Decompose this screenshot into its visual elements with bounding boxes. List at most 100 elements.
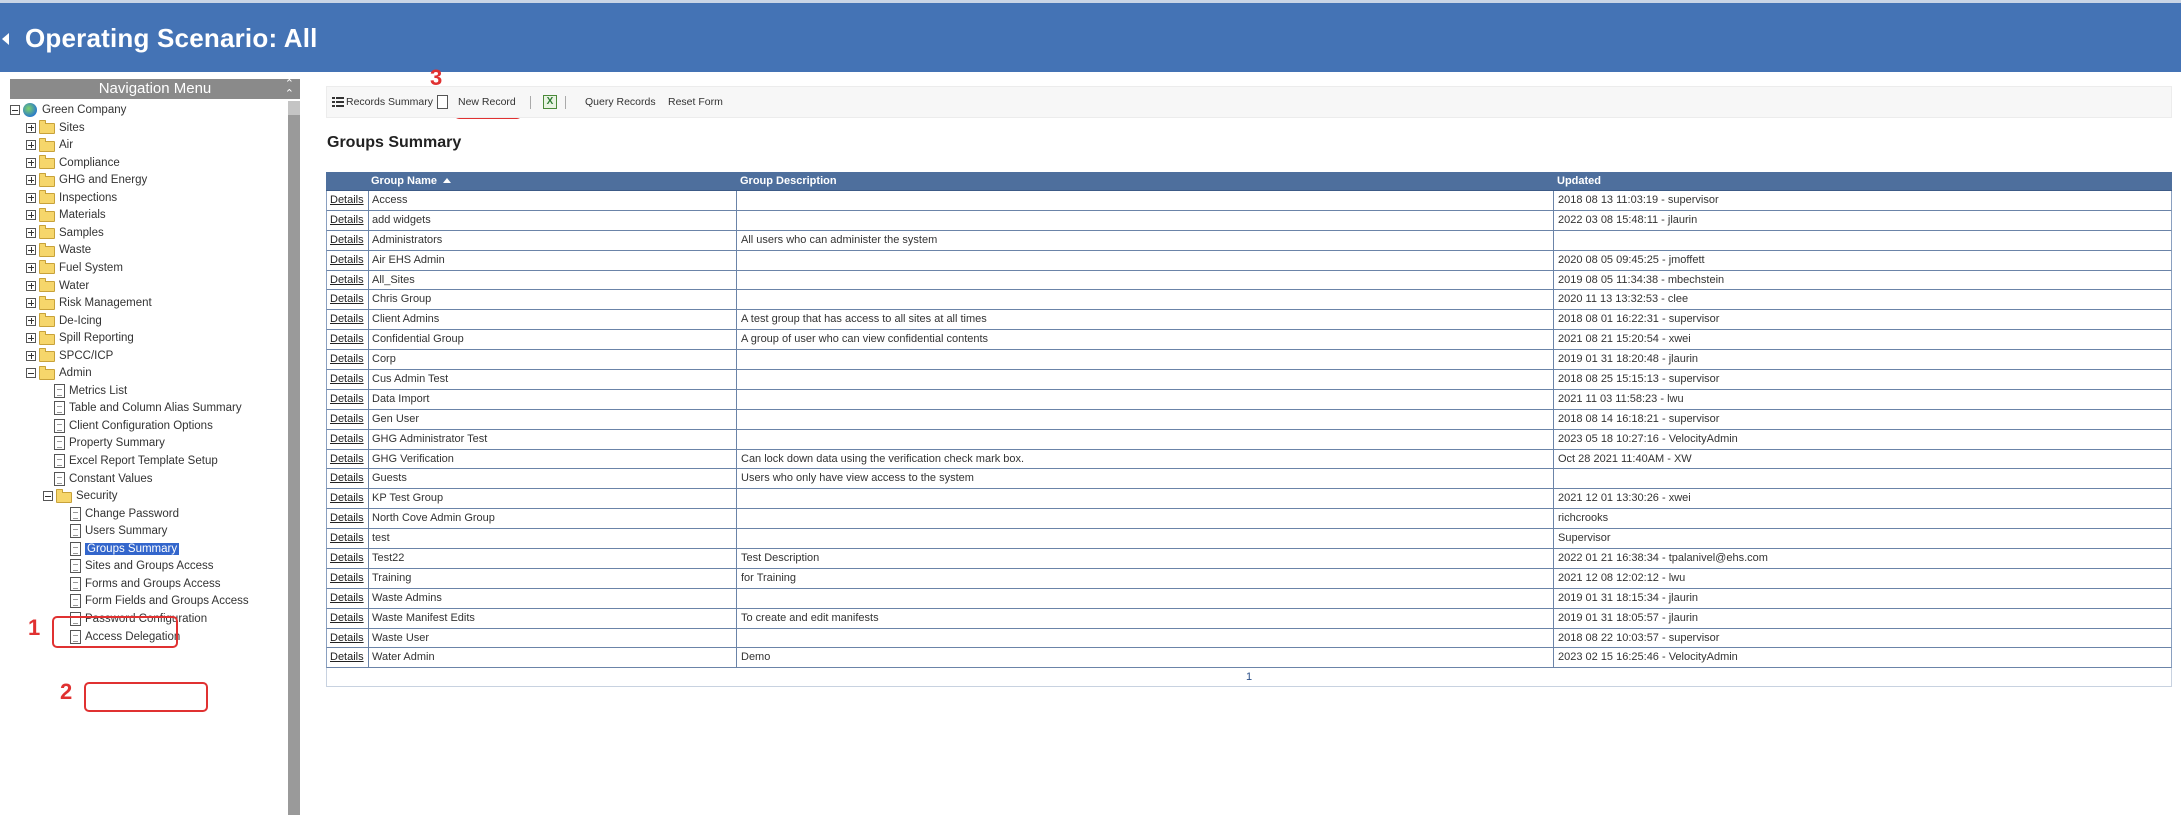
query-records-button[interactable]: Query Records (585, 87, 656, 117)
document-icon (54, 418, 65, 433)
details-link[interactable]: Details (330, 629, 364, 648)
expand-plus-icon[interactable] (26, 175, 36, 186)
expand-plus-icon[interactable] (26, 298, 36, 309)
details-link[interactable]: Details (330, 469, 364, 488)
details-link[interactable]: Details (330, 330, 364, 349)
column-divider (1553, 330, 1554, 350)
column-divider (736, 449, 737, 469)
group-name-cell: Cus Admin Test (372, 373, 449, 386)
callout-box-security (52, 616, 178, 648)
details-link[interactable]: Details (330, 648, 364, 667)
tree-item-label: Constant Values (69, 472, 153, 485)
export-excel-button[interactable]: X (543, 87, 557, 117)
column-header-group-description[interactable]: Group Description (740, 172, 837, 190)
group-name-cell: Waste Admins (372, 591, 442, 604)
column-divider (736, 529, 737, 549)
tree-item-label: GHG and Energy (59, 174, 148, 187)
callout-box-groups-summary (84, 682, 208, 712)
expand-plus-icon[interactable] (26, 315, 36, 326)
details-link[interactable]: Details (330, 231, 364, 250)
details-link[interactable]: Details (330, 410, 364, 429)
globe-icon (23, 103, 37, 117)
details-link[interactable]: Details (330, 191, 364, 210)
column-divider (736, 509, 737, 529)
expand-plus-icon[interactable] (26, 245, 36, 256)
expand-plus-icon[interactable] (26, 333, 36, 344)
details-link[interactable]: Details (330, 350, 364, 369)
details-link[interactable]: Details (330, 589, 364, 608)
column-divider (368, 389, 369, 409)
tree-item-label: Water (59, 279, 90, 292)
reset-form-button[interactable]: Reset Form (668, 87, 723, 117)
expand-plus-icon[interactable] (26, 262, 36, 273)
collapse-minus-icon[interactable] (10, 105, 20, 115)
details-link[interactable]: Details (330, 489, 364, 508)
group-name-cell: GHG Administrator Test (372, 432, 488, 445)
column-divider (736, 588, 737, 608)
folder-icon (39, 260, 55, 275)
updated-cell: 2020 11 13 13:32:53 - clee (1558, 293, 1689, 306)
document-icon (70, 576, 81, 591)
group-name-cell: Client Admins (372, 313, 440, 326)
column-divider (736, 628, 737, 648)
expand-plus-icon[interactable] (26, 280, 36, 291)
page-number-link[interactable]: 1 (1246, 671, 1252, 683)
details-link[interactable]: Details (330, 529, 364, 548)
column-header-group-name[interactable]: Group Name (371, 172, 452, 190)
navigation-menu-header: Navigation Menu ⌃ ⌃ (10, 79, 300, 100)
expand-plus-icon[interactable] (26, 140, 36, 151)
column-divider (1553, 628, 1554, 648)
details-link[interactable]: Details (330, 569, 364, 588)
details-link[interactable]: Details (330, 310, 364, 329)
column-divider (1553, 509, 1554, 529)
column-divider (368, 409, 369, 429)
collapse-up-icon[interactable]: ⌃ ⌃ (285, 79, 294, 100)
expand-plus-icon[interactable] (26, 350, 36, 361)
column-divider (1553, 568, 1554, 588)
nav-scrollbar[interactable] (288, 101, 300, 815)
details-link[interactable]: Details (330, 609, 364, 628)
new-record-button[interactable]: New Record (458, 87, 516, 117)
column-divider (736, 370, 737, 389)
details-link[interactable]: Details (330, 390, 364, 409)
group-description-cell: Demo (741, 651, 771, 664)
records-summary-button[interactable]: Records Summary (332, 87, 433, 117)
details-link[interactable]: Details (330, 450, 364, 469)
document-icon (54, 471, 65, 486)
tree-item-label: Change Password (85, 507, 179, 520)
column-header-updated[interactable]: Updated (1557, 172, 1601, 190)
expand-plus-icon[interactable] (26, 227, 36, 238)
collapse-minus-icon[interactable] (26, 368, 36, 379)
details-link[interactable]: Details (330, 271, 364, 290)
expand-plus-icon[interactable] (26, 192, 36, 203)
tree-item-label: Waste (59, 244, 92, 257)
table-row: Details All_Sites 2019 08 05 11:34:38 - mb… (326, 270, 2172, 291)
details-link[interactable]: Details (330, 430, 364, 449)
table-row: Details GHG Verification Can lock down dat… (326, 449, 2172, 470)
new-record-document-icon[interactable] (437, 87, 448, 117)
details-link[interactable]: Details (330, 549, 364, 568)
tree-item-label: Admin (59, 367, 92, 380)
details-link[interactable]: Details (330, 211, 364, 230)
details-link[interactable]: Details (330, 509, 364, 528)
table-row: Details Client Admins A test group that ha… (326, 310, 2172, 331)
expand-plus-icon[interactable] (26, 122, 36, 133)
expand-plus-icon[interactable] (26, 157, 36, 168)
callout-number-2: 2 (60, 679, 73, 704)
tree-item-label: Excel Report Template Setup (69, 455, 218, 467)
details-link[interactable]: Details (330, 290, 364, 309)
updated-cell: 2018 08 13 11:03:19 - supervisor (1558, 194, 1719, 206)
tree-item-label: Inspections (59, 191, 118, 204)
collapse-minus-icon[interactable] (43, 491, 53, 502)
group-name-cell: Waste User (372, 631, 430, 644)
document-icon (70, 541, 81, 556)
details-link[interactable]: Details (330, 370, 364, 389)
tree-item-label: Client Configuration Options (69, 419, 213, 432)
collapse-arrow-icon[interactable] (2, 33, 9, 45)
expand-plus-icon[interactable] (26, 210, 36, 221)
column-divider (1553, 529, 1554, 549)
nav-scrollbar-thumb[interactable] (288, 115, 300, 815)
document-icon (54, 436, 65, 451)
column-divider (736, 469, 737, 489)
details-link[interactable]: Details (330, 251, 364, 270)
